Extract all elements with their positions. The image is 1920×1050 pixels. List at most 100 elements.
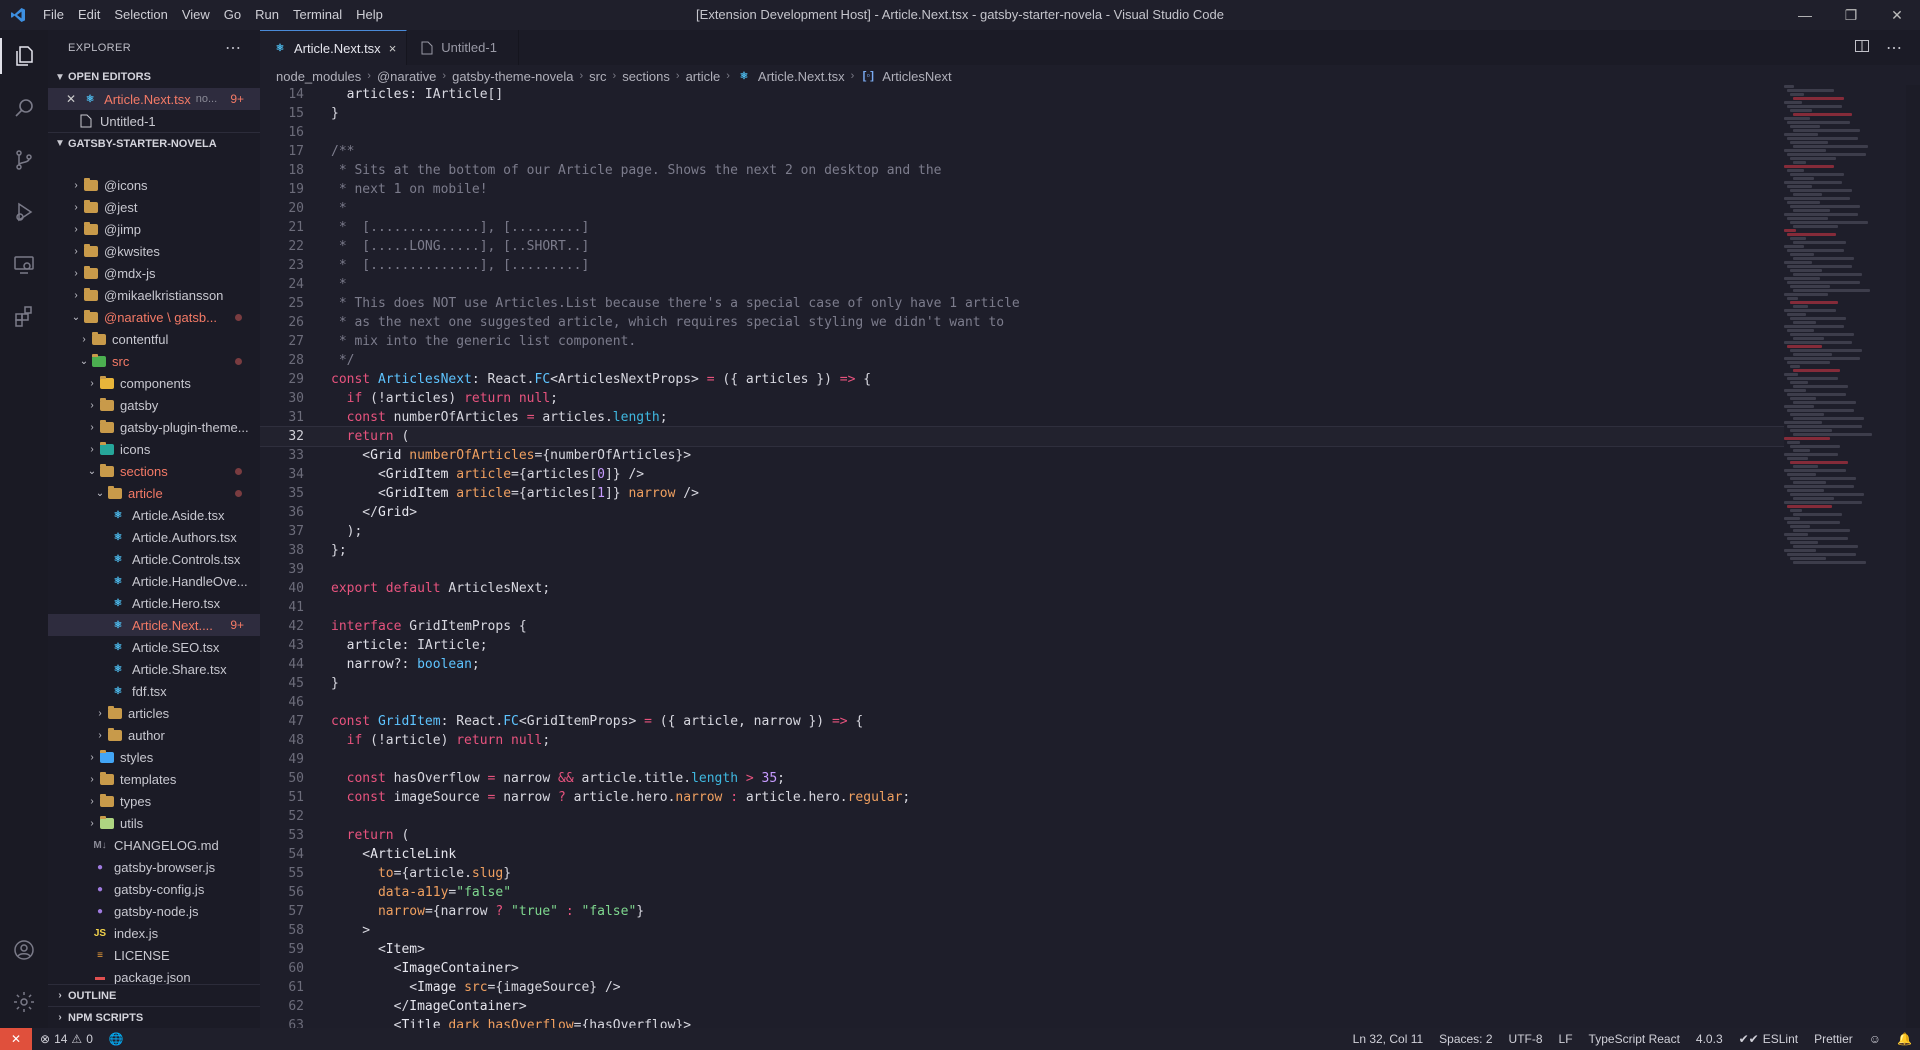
- code-line[interactable]: 22 * [.....LONG.....], [..SHORT..]: [260, 237, 1784, 256]
- code-line[interactable]: 43 article: IArticle;: [260, 636, 1784, 655]
- code-line[interactable]: 26 * as the next one suggested article, …: [260, 313, 1784, 332]
- menu-go[interactable]: Go: [217, 0, 248, 30]
- code-line[interactable]: 61 <Image src={imageSource} />: [260, 978, 1784, 997]
- tree-folder-src[interactable]: ⌄ src: [48, 350, 260, 372]
- tree-file-article-next[interactable]: ⚛ Article.Next.... 9+: [48, 614, 260, 636]
- tree-folder[interactable]: › contentful: [48, 328, 260, 350]
- close-editor-icon[interactable]: ✕: [66, 92, 76, 106]
- code-line[interactable]: 34 <GridItem article={articles[0]} />: [260, 465, 1784, 484]
- code-line[interactable]: 50 const hasOverflow = narrow && article…: [260, 769, 1784, 788]
- tree-folder[interactable]: › @kwsites: [48, 240, 260, 262]
- code-line[interactable]: 52: [260, 807, 1784, 826]
- code-line[interactable]: 17 /**: [260, 142, 1784, 161]
- accounts-icon[interactable]: [0, 924, 48, 976]
- source-control-icon[interactable]: [0, 134, 48, 186]
- tree-file[interactable]: ⚛ Article.Controls.tsx: [48, 548, 260, 570]
- close-tab-icon[interactable]: ×: [389, 41, 397, 56]
- code-line[interactable]: 47 const GridItem: React.FC<GridItemProps…: [260, 712, 1784, 731]
- notifications-bell-icon[interactable]: 🔔: [1889, 1032, 1920, 1046]
- code-line[interactable]: 18 * Sits at the bottom of our Article p…: [260, 161, 1784, 180]
- code-line[interactable]: 59 <Item>: [260, 940, 1784, 959]
- code-line[interactable]: 58 >: [260, 921, 1784, 940]
- tree-file[interactable]: ● gatsby-node.js: [48, 900, 260, 922]
- code-line[interactable]: 49: [260, 750, 1784, 769]
- more-actions-icon[interactable]: ⋯: [225, 38, 242, 58]
- typescript-version[interactable]: 4.0.3: [1688, 1032, 1731, 1046]
- tree-folder[interactable]: › @icons: [48, 174, 260, 196]
- tree-file[interactable]: ≡ LICENSE: [48, 944, 260, 966]
- tree-file[interactable]: ⚛ Article.SEO.tsx: [48, 636, 260, 658]
- code-line[interactable]: 16: [260, 123, 1784, 142]
- code-line[interactable]: 51 const imageSource = narrow ? article.…: [260, 788, 1784, 807]
- code-line[interactable]: 15}: [260, 104, 1784, 123]
- code-line[interactable]: 35 <GridItem article={articles[1]} narro…: [260, 484, 1784, 503]
- menu-view[interactable]: View: [175, 0, 217, 30]
- indentation[interactable]: Spaces: 2: [1431, 1032, 1500, 1046]
- code-line[interactable]: 46: [260, 693, 1784, 712]
- code-line[interactable]: 20 *: [260, 199, 1784, 218]
- tree-file[interactable]: ⚛ fdf.tsx: [48, 680, 260, 702]
- code-line[interactable]: 38};: [260, 541, 1784, 560]
- breadcrumb-item[interactable]: gatsby-theme-novela: [452, 69, 573, 84]
- menu-help[interactable]: Help: [349, 0, 390, 30]
- breadcrumb-item[interactable]: sections: [622, 69, 670, 84]
- explorer-icon[interactable]: [0, 30, 48, 82]
- breadcrumb-item[interactable]: @narative: [377, 69, 436, 84]
- vertical-scrollbar[interactable]: [1906, 85, 1920, 1028]
- search-icon[interactable]: [0, 82, 48, 134]
- tree-file[interactable]: M↓ CHANGELOG.md: [48, 834, 260, 856]
- code-line[interactable]: 29 const ArticlesNext: React.FC<ArticlesN…: [260, 370, 1784, 389]
- tree-folder[interactable]: › @mikaelkristiansson: [48, 284, 260, 306]
- tree-folder[interactable]: › @mdx-js: [48, 262, 260, 284]
- code-line[interactable]: 41: [260, 598, 1784, 617]
- run-debug-icon[interactable]: [0, 186, 48, 238]
- menu-edit[interactable]: Edit: [71, 0, 107, 30]
- live-share-icon[interactable]: 🌐: [101, 1032, 132, 1046]
- code-line[interactable]: 36 </Grid>: [260, 503, 1784, 522]
- code-line[interactable]: 27 * mix into the generic list component…: [260, 332, 1784, 351]
- eslint-status[interactable]: ✔✔ ESLint: [1731, 1032, 1806, 1046]
- restore-icon[interactable]: ❐: [1828, 0, 1874, 30]
- language-mode[interactable]: TypeScript React: [1581, 1032, 1688, 1046]
- feedback-icon[interactable]: ☺: [1861, 1032, 1889, 1046]
- encoding[interactable]: UTF-8: [1501, 1032, 1551, 1046]
- code-line[interactable]: 25 * This does NOT use Articles.List bec…: [260, 294, 1784, 313]
- tree-folder[interactable]: › gatsby: [48, 394, 260, 416]
- code-line[interactable]: 23 * [..............], [.........]: [260, 256, 1784, 275]
- code-line[interactable]: 39: [260, 560, 1784, 579]
- code-line[interactable]: 32 return (: [260, 426, 1784, 447]
- tree-file[interactable]: ⚛ Article.Hero.tsx: [48, 592, 260, 614]
- settings-gear-icon[interactable]: [0, 976, 48, 1028]
- remote-explorer-icon[interactable]: [0, 238, 48, 290]
- extensions-icon[interactable]: [0, 290, 48, 342]
- tree-file[interactable]: ⚛ Article.Share.tsx: [48, 658, 260, 680]
- breadcrumb-item[interactable]: Article.Next.tsx: [758, 69, 845, 84]
- code-line[interactable]: 14 articles: IArticle[]: [260, 85, 1784, 104]
- tree-folder[interactable]: › styles: [48, 746, 260, 768]
- remote-indicator-icon[interactable]: ✕: [0, 1028, 32, 1050]
- tree-folder[interactable]: › icons: [48, 438, 260, 460]
- code-editor[interactable]: 14 articles: IArticle[] 15} 16 17/** 18 * Si…: [260, 85, 1784, 1028]
- minimize-icon[interactable]: —: [1782, 0, 1828, 30]
- outline-section[interactable]: › OUTLINE: [48, 984, 260, 1006]
- breadcrumb-item[interactable]: article: [686, 69, 721, 84]
- cursor-position[interactable]: Ln 32, Col 11: [1345, 1032, 1432, 1046]
- tree-file[interactable]: JS index.js: [48, 922, 260, 944]
- tree-folder[interactable]: › utils: [48, 812, 260, 834]
- close-window-icon[interactable]: ✕: [1874, 0, 1920, 30]
- code-line[interactable]: 33 <Grid numberOfArticles={numberOfArtic…: [260, 446, 1784, 465]
- menu-terminal[interactable]: Terminal: [286, 0, 349, 30]
- prettier-status[interactable]: Prettier: [1806, 1032, 1861, 1046]
- code-line[interactable]: 40 export default ArticlesNext;: [260, 579, 1784, 598]
- tree-folder-narative[interactable]: ⌄ @narative \ gatsb...: [48, 306, 260, 328]
- tree-folder[interactable]: › types: [48, 790, 260, 812]
- breadcrumb-item[interactable]: src: [589, 69, 606, 84]
- tree-folder[interactable]: › articles: [48, 702, 260, 724]
- code-line[interactable]: 19 * next 1 on mobile!: [260, 180, 1784, 199]
- code-line[interactable]: 56 data-a11y="false": [260, 883, 1784, 902]
- code-line[interactable]: 28 */: [260, 351, 1784, 370]
- tree-folder[interactable]: › @jimp: [48, 218, 260, 240]
- project-section[interactable]: ▼ GATSBY-STARTER-NOVELA: [48, 132, 260, 154]
- split-editor-icon[interactable]: [1854, 38, 1870, 57]
- tree-folder[interactable]: › templates: [48, 768, 260, 790]
